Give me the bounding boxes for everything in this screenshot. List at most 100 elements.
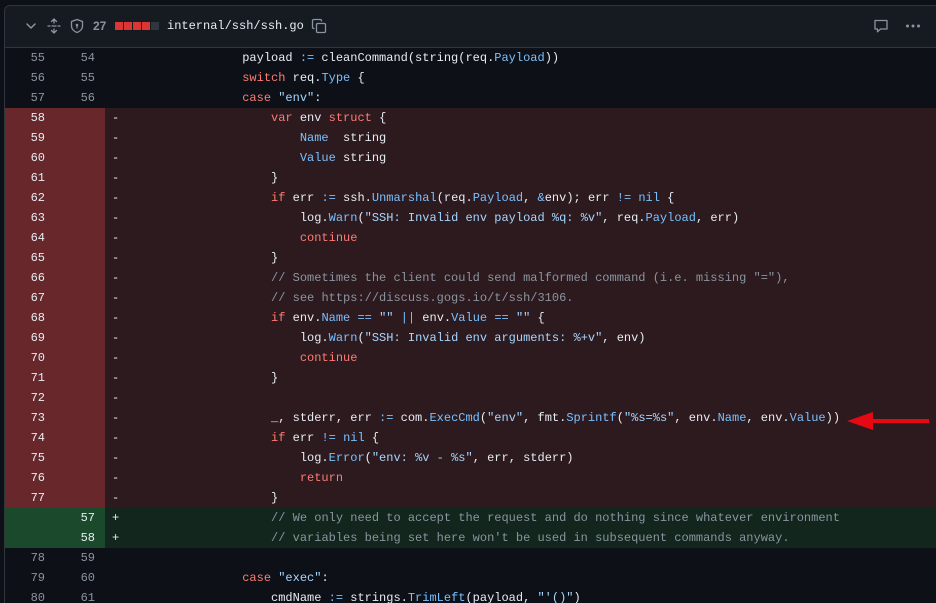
comment-icon[interactable] <box>873 18 889 34</box>
diff-line: 55 54 payload := cleanCommand(string(req.… <box>5 48 936 68</box>
code-text: return <box>127 468 343 488</box>
old-line-number[interactable]: 79 <box>5 568 55 588</box>
old-line-number[interactable] <box>5 508 55 528</box>
diff-line: 65 - } <box>5 248 936 268</box>
diffstat-block <box>115 22 123 30</box>
old-line-number[interactable] <box>5 528 55 548</box>
code-token: , env. <box>746 411 790 425</box>
old-line-number[interactable]: 80 <box>5 588 55 603</box>
new-line-number[interactable] <box>55 408 105 428</box>
kebab-horizontal-icon[interactable] <box>905 18 921 34</box>
code-token: Error <box>328 451 365 465</box>
diff-sign: - <box>112 311 120 325</box>
code-token: := <box>321 191 336 205</box>
code-token: , err) <box>695 211 740 225</box>
code-token: , <box>523 191 538 205</box>
old-line-number[interactable]: 60 <box>5 148 55 168</box>
new-line-number[interactable] <box>55 488 105 508</box>
new-line-number[interactable] <box>55 108 105 128</box>
old-line-number[interactable]: 55 <box>5 48 55 68</box>
red-arrow-icon <box>847 412 929 430</box>
old-line-number[interactable]: 56 <box>5 68 55 88</box>
code-token: string <box>328 131 387 145</box>
shield-icon[interactable] <box>69 18 85 34</box>
new-line-number[interactable] <box>55 228 105 248</box>
diff-sign: - <box>112 271 120 285</box>
file-path[interactable]: internal/ssh/ssh.go <box>167 18 304 34</box>
new-line-number[interactable] <box>55 448 105 468</box>
new-line-number[interactable] <box>55 468 105 488</box>
code-text: _, stderr, err := com.ExecCmd("env", fmt… <box>127 408 840 428</box>
code-token: // variables being set here won't be use… <box>271 531 790 545</box>
unfold-icon[interactable] <box>46 18 62 34</box>
old-line-number[interactable]: 71 <box>5 368 55 388</box>
code-token: payload <box>127 51 300 65</box>
diff-line: 79 60 case "exec": <box>5 568 936 588</box>
new-line-number[interactable]: 56 <box>55 88 105 108</box>
old-line-number[interactable]: 72 <box>5 388 55 408</box>
old-line-number[interactable]: 68 <box>5 308 55 328</box>
old-line-number[interactable]: 70 <box>5 348 55 368</box>
old-line-number[interactable]: 67 <box>5 288 55 308</box>
old-line-number[interactable]: 65 <box>5 248 55 268</box>
new-line-number[interactable]: 57 <box>55 508 105 528</box>
new-line-number[interactable]: 58 <box>55 528 105 548</box>
new-line-number[interactable] <box>55 268 105 288</box>
new-line-number[interactable] <box>55 388 105 408</box>
old-line-number[interactable]: 78 <box>5 548 55 568</box>
code-text: } <box>127 368 278 388</box>
new-line-number[interactable] <box>55 328 105 348</box>
old-line-number[interactable]: 64 <box>5 228 55 248</box>
code-token: { <box>659 191 675 205</box>
old-line-number[interactable]: 66 <box>5 268 55 288</box>
diff-line: 60 - Value string <box>5 148 936 168</box>
old-line-number[interactable]: 76 <box>5 468 55 488</box>
old-line-number[interactable]: 73 <box>5 408 55 428</box>
old-line-number[interactable]: 63 <box>5 208 55 228</box>
old-line-number[interactable]: 69 <box>5 328 55 348</box>
old-line-number[interactable]: 74 <box>5 428 55 448</box>
code-token: "env" <box>278 91 315 105</box>
old-line-number[interactable]: 61 <box>5 168 55 188</box>
new-line-number[interactable]: 55 <box>55 68 105 88</box>
new-line-number[interactable] <box>55 428 105 448</box>
code-token: , req. <box>602 211 646 225</box>
new-line-number[interactable] <box>55 248 105 268</box>
new-line-number[interactable] <box>55 308 105 328</box>
diff-line: 72 - <box>5 388 936 408</box>
old-line-number[interactable]: 75 <box>5 448 55 468</box>
old-line-number[interactable]: 58 <box>5 108 55 128</box>
code-text: // see https://discuss.gogs.io/t/ssh/310… <box>127 288 573 308</box>
code-text: } <box>127 168 278 188</box>
old-line-number[interactable]: 57 <box>5 88 55 108</box>
code-text: Value string <box>127 148 386 168</box>
new-line-number[interactable] <box>55 128 105 148</box>
diff-sign: - <box>112 451 120 465</box>
code-text: payload := cleanCommand(string(req.Paylo… <box>127 48 559 68</box>
chevron-down-icon[interactable] <box>23 18 39 34</box>
new-line-number[interactable] <box>55 148 105 168</box>
file-header: 27 internal/ssh/ssh.go <box>5 6 936 48</box>
old-line-number[interactable]: 62 <box>5 188 55 208</box>
code-token: // see https://discuss.gogs.io/t/ssh/310… <box>271 291 574 305</box>
code-text: log.Warn("SSH: Invalid env payload %q: %… <box>127 208 739 228</box>
copy-icon[interactable] <box>311 18 327 34</box>
new-line-number[interactable] <box>55 168 105 188</box>
new-line-number[interactable] <box>55 188 105 208</box>
code-token: log. <box>127 211 329 225</box>
code-token: ssh. <box>335 191 372 205</box>
old-line-number[interactable]: 59 <box>5 128 55 148</box>
new-line-number[interactable]: 60 <box>55 568 105 588</box>
code-token: env. <box>285 311 322 325</box>
old-line-number[interactable]: 77 <box>5 488 55 508</box>
new-line-number[interactable] <box>55 208 105 228</box>
new-line-number[interactable]: 59 <box>55 548 105 568</box>
new-line-number[interactable] <box>55 288 105 308</box>
new-line-number[interactable] <box>55 348 105 368</box>
diff-sign: - <box>112 131 120 145</box>
new-line-number[interactable]: 61 <box>55 588 105 603</box>
new-line-number[interactable]: 54 <box>55 48 105 68</box>
new-line-number[interactable] <box>55 368 105 388</box>
